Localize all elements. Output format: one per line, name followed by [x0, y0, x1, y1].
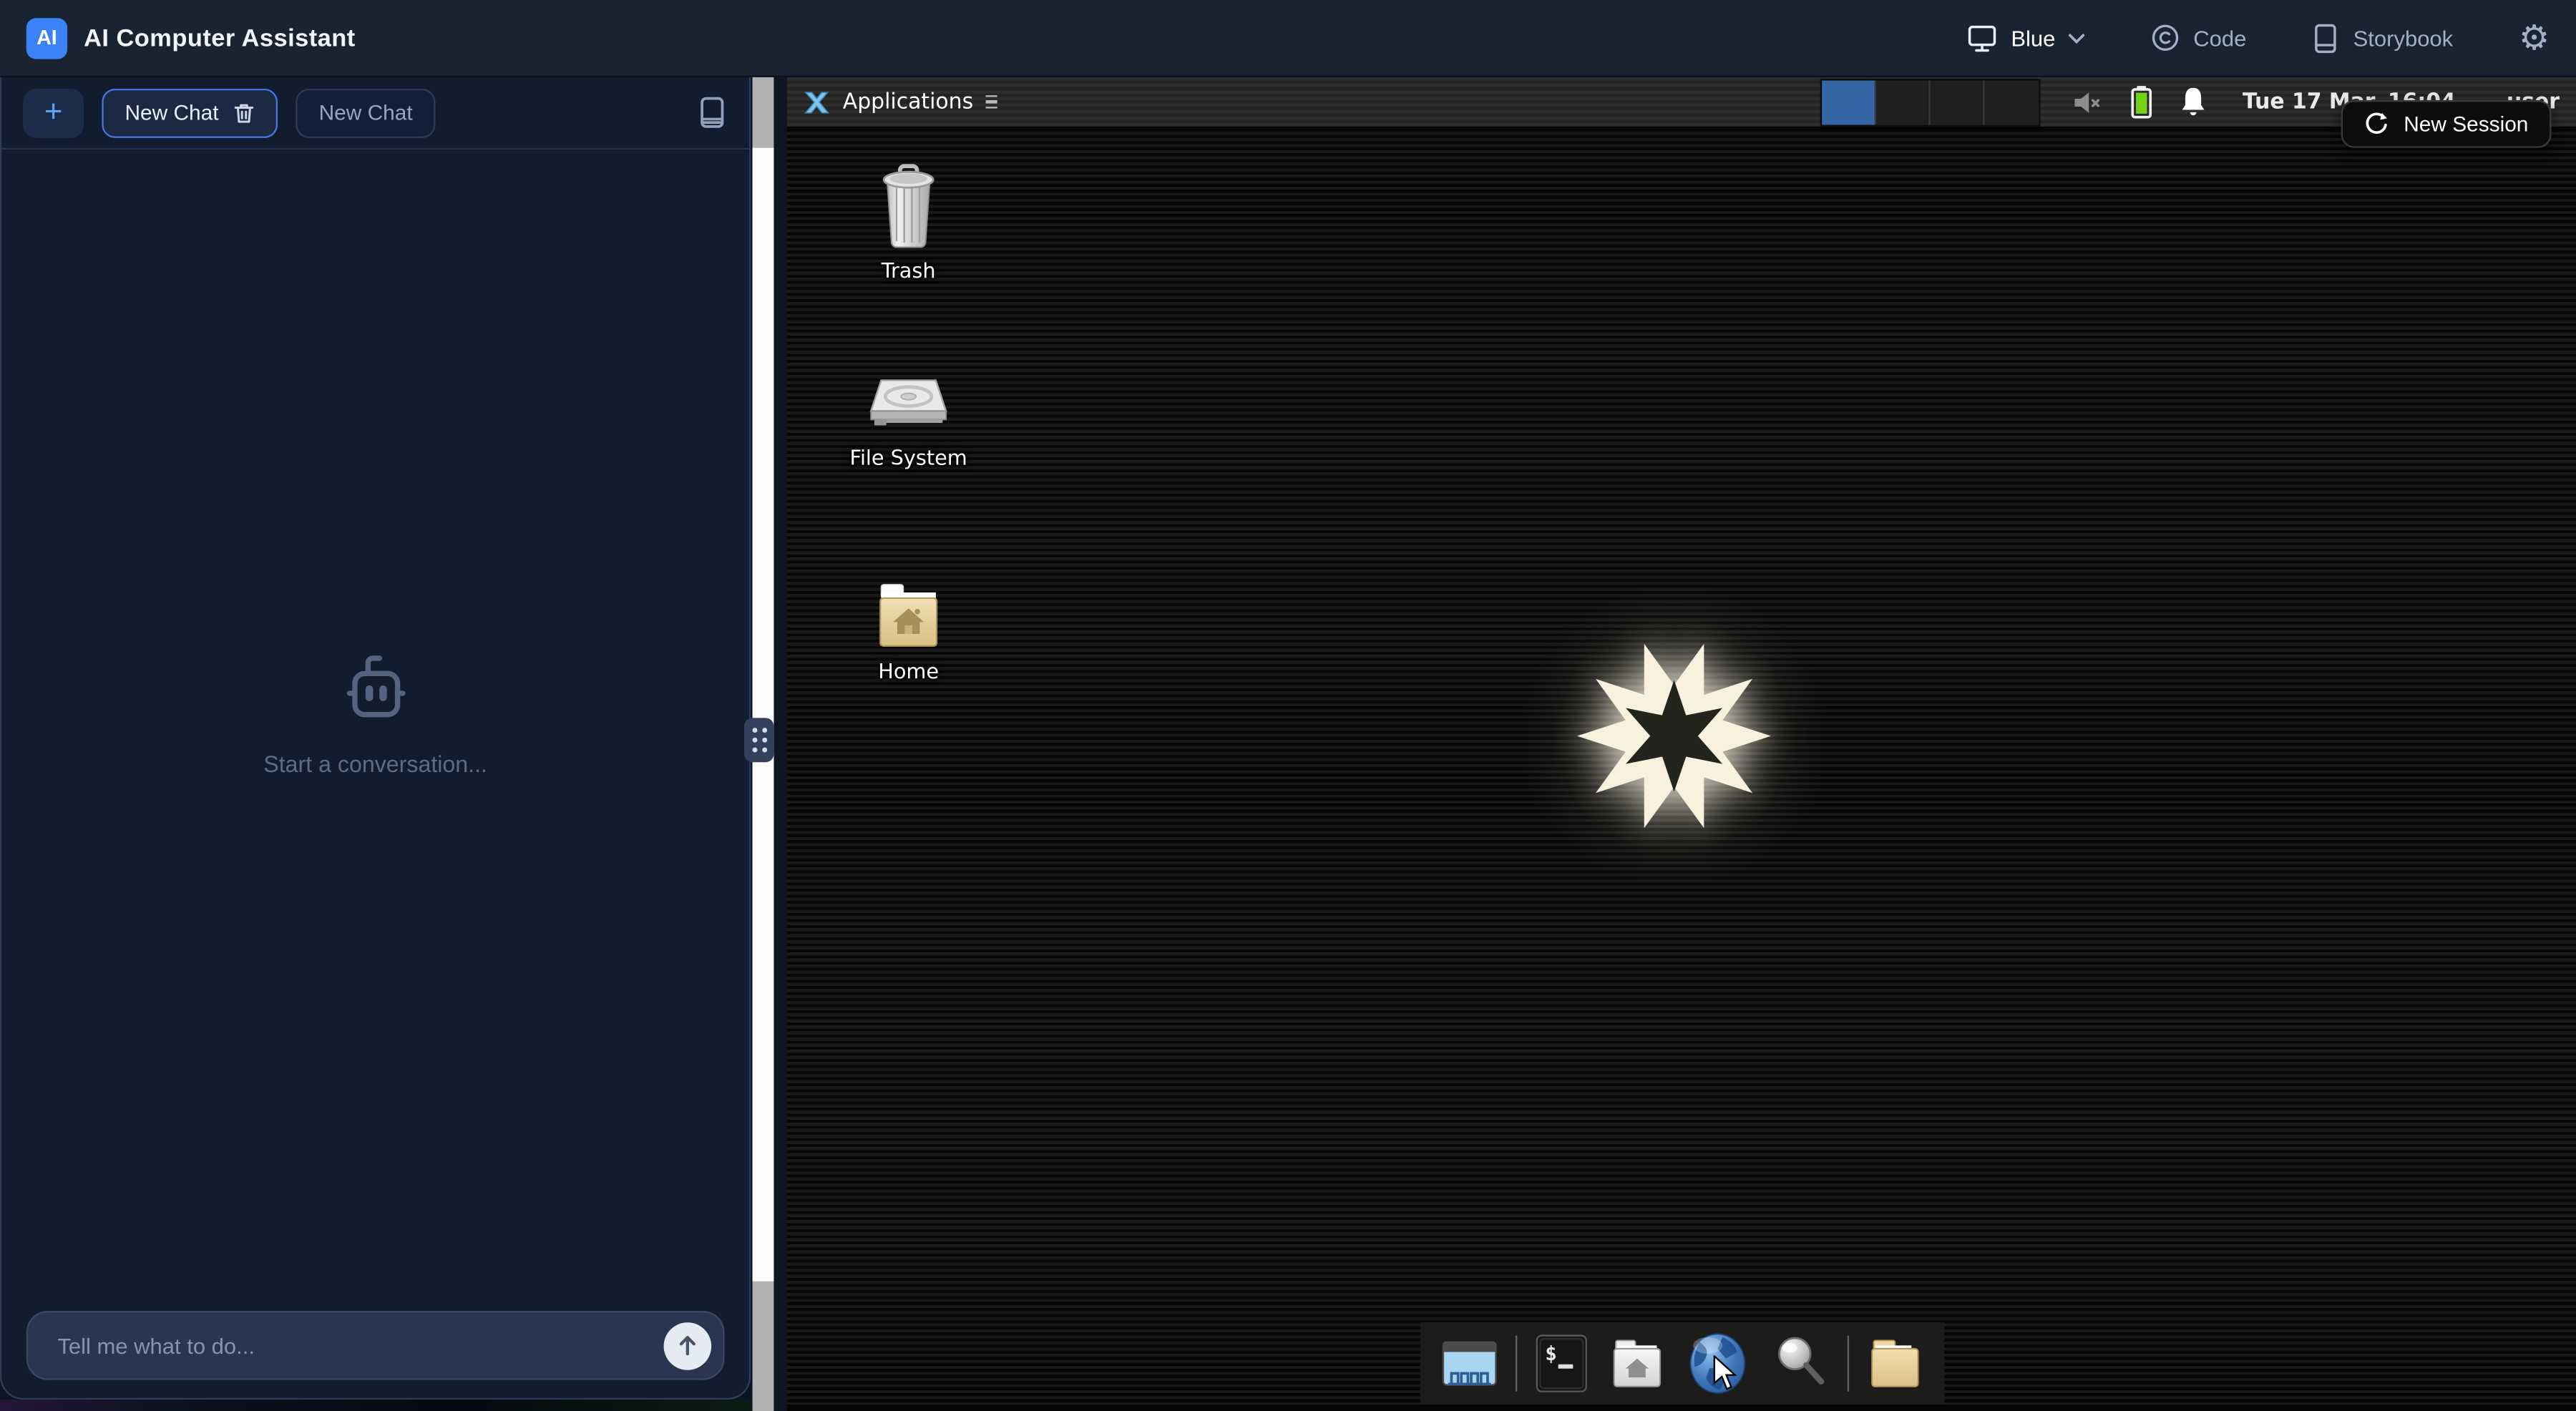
- dock-separator: [1847, 1336, 1848, 1392]
- storybook-link[interactable]: Storybook: [2312, 22, 2453, 54]
- desktop-icon-label: File System: [810, 445, 1008, 469]
- desktop-icon-home[interactable]: Home: [810, 578, 1008, 683]
- add-chat-button[interactable]: +: [23, 88, 84, 137]
- chat-tab[interactable]: New Chat: [296, 88, 435, 137]
- notifications-bell-icon[interactable]: [2178, 85, 2207, 118]
- desktop-icon-label: Home: [810, 659, 1008, 683]
- dock-separator: [1515, 1336, 1516, 1392]
- chat-sidebar: + New Chat New Chat: [0, 77, 751, 1400]
- send-button[interactable]: [664, 1322, 712, 1370]
- chat-input-bar: [26, 1311, 725, 1380]
- wallpaper-star-logo: [1567, 629, 1780, 842]
- chat-empty-state: Start a conversation...: [1, 148, 749, 1275]
- panel-divider: [751, 77, 787, 1411]
- display-selector[interactable]: Blue: [1966, 22, 2084, 54]
- mouse-cursor: [1712, 1355, 1740, 1392]
- workspace-2[interactable]: [1876, 79, 1931, 124]
- book-icon: [2312, 22, 2340, 54]
- desktop-icon-label: Trash: [810, 258, 1008, 282]
- code-link[interactable]: Code: [2151, 23, 2247, 52]
- notebook-icon[interactable]: [696, 95, 728, 130]
- hard-drive-icon: [864, 365, 953, 441]
- app-header: AI AI Computer Assistant Blue Code S: [0, 0, 2576, 77]
- display-selector-label: Blue: [2011, 26, 2055, 50]
- desktop-icon-trash[interactable]: Trash: [810, 161, 1008, 283]
- main-area: + New Chat New Chat: [0, 77, 2576, 1411]
- battery-icon[interactable]: [2129, 84, 2154, 120]
- scrollbar-thumb[interactable]: [753, 148, 774, 1281]
- sidebar-bottom-strip: [0, 1400, 751, 1411]
- terminal-icon[interactable]: $: [1531, 1332, 1591, 1395]
- arrow-up-icon: [677, 1334, 698, 1357]
- app-finder-icon[interactable]: [1766, 1331, 1832, 1397]
- chat-tab-active[interactable]: New Chat: [102, 88, 278, 137]
- monitor-icon: [1966, 22, 1998, 54]
- robot-icon: [336, 646, 415, 725]
- chat-toolbar: + New Chat New Chat: [1, 77, 749, 150]
- code-link-label: Code: [2193, 26, 2246, 50]
- desktop-top-panel: Applications: [787, 77, 2576, 132]
- file-manager-icon[interactable]: [1863, 1332, 1926, 1395]
- copyright-icon: [2151, 23, 2180, 52]
- menu-lines-icon: [987, 95, 998, 109]
- chat-tab-label: New Chat: [125, 100, 218, 125]
- new-session-button[interactable]: New Session: [2341, 100, 2552, 148]
- trash-icon[interactable]: [233, 101, 255, 124]
- page-title: AI Computer Assistant: [84, 24, 356, 52]
- desktop-body: Trash File System: [787, 132, 2576, 1411]
- home-folder-icon[interactable]: [1605, 1332, 1667, 1395]
- xfce-logo-icon: [804, 89, 830, 114]
- divider-drag-handle[interactable]: [744, 718, 774, 762]
- settings-button[interactable]: ⚙: [2519, 21, 2550, 55]
- chevron-down-icon: [2069, 32, 2085, 44]
- screenshot-stage: AI AI Computer Assistant Blue Code S: [0, 0, 2576, 1411]
- storybook-link-label: Storybook: [2353, 26, 2454, 50]
- chat-input[interactable]: [54, 1332, 664, 1359]
- empty-state-text: Start a conversation...: [263, 750, 487, 776]
- svg-text:$: $: [1544, 1342, 1556, 1365]
- workspace-3[interactable]: [1931, 79, 1985, 124]
- workspace-4[interactable]: [1985, 79, 2039, 124]
- chat-tab-label: New Chat: [319, 100, 413, 125]
- app-window: AI AI Computer Assistant Blue Code S: [0, 0, 2576, 1411]
- desktop-icon-file-system[interactable]: File System: [810, 365, 1008, 470]
- trash-can-icon: [866, 161, 951, 253]
- system-tray: [2072, 84, 2208, 120]
- home-folder-icon: [866, 578, 951, 654]
- workspace-switcher: [1820, 78, 2041, 126]
- window-icon[interactable]: [1438, 1332, 1500, 1395]
- applications-menu-label: Applications: [843, 89, 973, 114]
- applications-menu[interactable]: Applications: [804, 89, 998, 114]
- volume-muted-icon[interactable]: [2072, 88, 2104, 116]
- remote-desktop[interactable]: Applications: [787, 77, 2576, 1411]
- workspace-1[interactable]: [1822, 79, 1876, 124]
- new-session-label: New Session: [2404, 112, 2528, 136]
- app-logo: AI: [26, 17, 67, 58]
- chat-input-container: [26, 1311, 725, 1380]
- web-browser-icon[interactable]: [1682, 1329, 1751, 1397]
- refresh-icon: [2364, 112, 2389, 136]
- gear-icon: ⚙: [2519, 21, 2550, 55]
- dock: $: [1420, 1322, 1943, 1405]
- header-actions: Blue Code Storybook ⚙: [1966, 21, 2550, 55]
